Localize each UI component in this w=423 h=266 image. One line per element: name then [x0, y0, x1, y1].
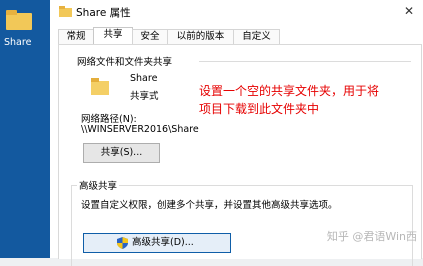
title-folder-icon [59, 6, 72, 17]
title-bar[interactable]: Share 属性 ✕ [50, 0, 423, 25]
annotation-line-1: 设置一个空的共享文件夹，用于将 [199, 84, 380, 98]
advanced-share-button-label: 高级共享(D)... [132, 237, 194, 248]
group-divider [199, 61, 411, 62]
sharing-panel: 网络文件和文件夹共享 Share 共享式 网络路径(N): \\WINSERVE… [58, 44, 422, 266]
desktop-area: Share [0, 0, 50, 258]
uac-shield-icon [117, 237, 128, 249]
watermark: 知乎 @君语Win西 [326, 230, 417, 243]
tab-general[interactable]: 常规 [58, 29, 94, 44]
advanced-share-button[interactable]: 高级共享(D)... [83, 233, 231, 253]
network-path-label: 网络路径(N): [81, 114, 137, 125]
share-folder-icon [91, 78, 109, 95]
desktop-icon-label[interactable]: Share [4, 37, 31, 48]
network-path-value[interactable]: \\WINSERVER2016\Share [81, 124, 199, 135]
tab-security[interactable]: 安全 [132, 29, 168, 44]
advanced-share-group-title: 高级共享 [77, 178, 120, 192]
tab-customize[interactable]: 自定义 [233, 29, 280, 44]
tab-previous-versions[interactable]: 以前的版本 [167, 29, 234, 44]
advanced-share-description: 设置自定义权限，创建多个共享，并设置其他高级共享选项。 [81, 200, 338, 211]
properties-window: Share 属性 ✕ 常规 共享 安全 以前的版本 自定义 网络文件和文件夹共享… [50, 0, 423, 266]
tab-sharing[interactable]: 共享 [93, 27, 133, 44]
annotation-line-2: 项目下载到此文件夹中 [199, 102, 320, 116]
network-share-group-title: 网络文件和文件夹共享 [77, 57, 173, 68]
window-title: Share 属性 [76, 7, 131, 19]
share-name: Share [130, 73, 158, 84]
share-button[interactable]: 共享(S)... [83, 143, 160, 163]
share-status: 共享式 [130, 91, 159, 102]
close-icon[interactable]: ✕ [401, 3, 417, 19]
desktop-folder-icon[interactable] [6, 10, 32, 30]
